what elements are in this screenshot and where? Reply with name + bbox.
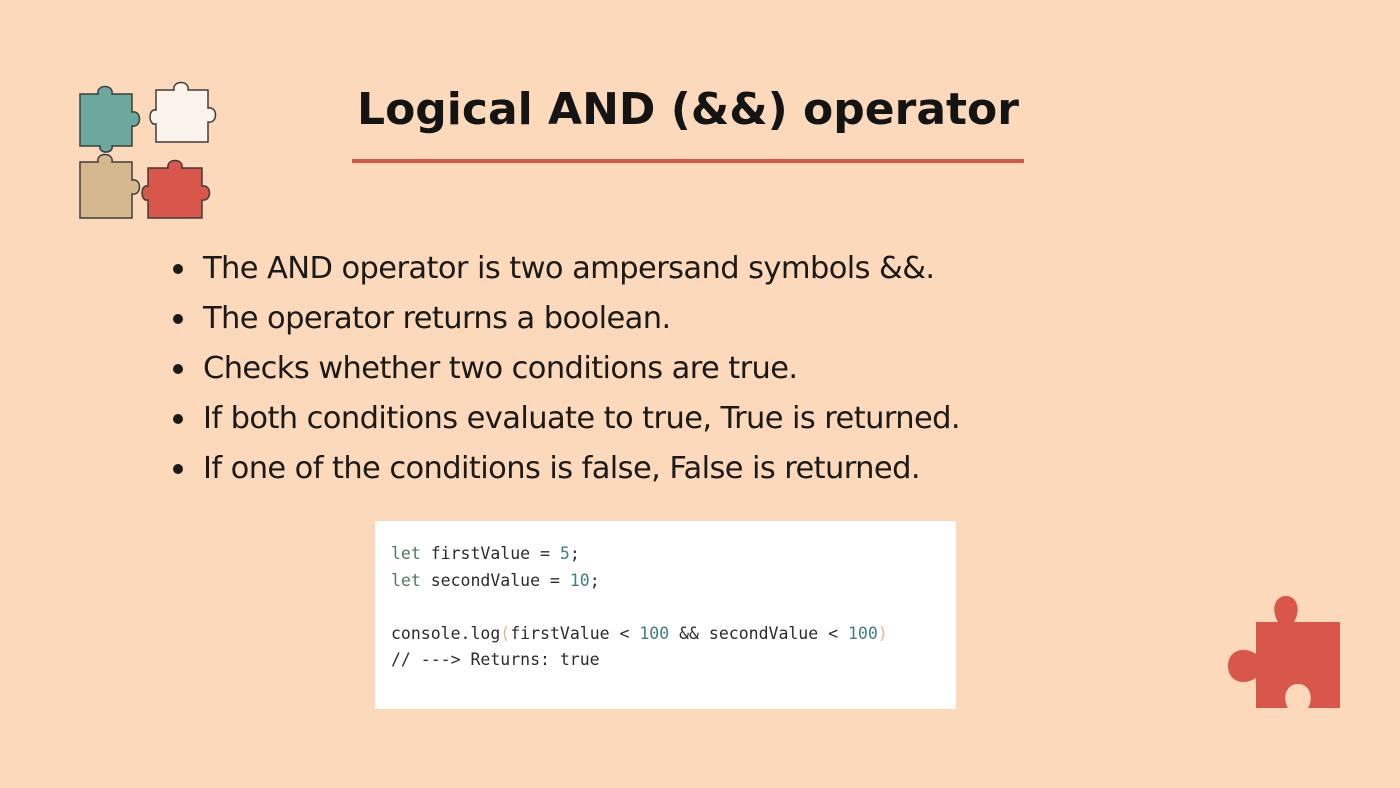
- code-text: secondValue =: [420, 570, 570, 590]
- code-text: && secondValue <: [669, 623, 848, 643]
- code-comment: // ---> Returns: true: [391, 650, 600, 669]
- slide: Logical AND (&&) operator The AND operat…: [0, 0, 1400, 788]
- list-item: If both conditions evaluate to true, Tru…: [170, 394, 961, 444]
- code-number: 100: [639, 623, 670, 643]
- code-number: 100: [847, 623, 878, 643]
- tan-puzzle-piece-icon: [79, 153, 141, 219]
- code-line: console.log(firstValue < 100 && secondVa…: [391, 621, 940, 648]
- code-text: ;: [569, 544, 580, 563]
- code-number: 5: [559, 544, 570, 563]
- title-underline: [352, 159, 1024, 163]
- list-item: If one of the conditions is false, False…: [170, 444, 960, 494]
- code-paren: (: [500, 623, 511, 643]
- code-snippet: let firstValue = 5; let secondValue = 10…: [375, 521, 956, 709]
- code-number: 10: [569, 570, 590, 590]
- code-paren: ): [877, 623, 888, 643]
- code-line: let firstValue = 5;: [391, 541, 940, 568]
- list-item: Checks whether two conditions are true.: [170, 344, 960, 394]
- list-item: The operator returns a boolean.: [170, 294, 960, 344]
- red-puzzle-piece-icon: [141, 159, 211, 219]
- puzzle-piece-icon: [1226, 596, 1342, 710]
- code-keyword: let: [391, 570, 421, 590]
- puzzle-pieces-icon: [74, 76, 224, 226]
- page-title: Logical AND (&&) operator: [357, 84, 1019, 135]
- code-text: ;: [589, 570, 600, 590]
- cream-puzzle-piece-icon: [149, 81, 217, 143]
- code-function: console.log: [391, 623, 501, 643]
- list-item: The AND operator is two ampersand symbol…: [170, 244, 960, 294]
- teal-puzzle-piece-icon: [79, 85, 141, 153]
- code-text: firstValue =: [420, 544, 560, 563]
- bullet-list: The AND operator is two ampersand symbol…: [170, 244, 961, 494]
- code-keyword: let: [391, 544, 421, 563]
- code-line: let secondValue = 10;: [391, 568, 940, 595]
- code-text: firstValue <: [510, 623, 640, 643]
